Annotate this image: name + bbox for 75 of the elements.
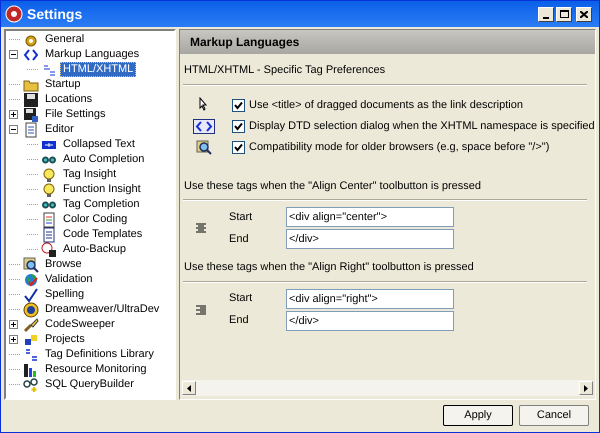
document-icon [41,226,57,242]
tree-item[interactable]: CodeSweeper [42,317,118,332]
field-label: Start [229,291,254,306]
expand-toggle[interactable] [9,110,18,119]
option-label[interactable]: Display DTD selection dialog when the XHTML namespace is specified [249,118,595,134]
minimize-button[interactable] [538,6,554,22]
code-brackets-icon [193,118,215,134]
tree-item[interactable]: HTML/XHTML [60,62,136,77]
tree-item[interactable]: Editor [42,122,77,137]
binoculars-icon [41,156,57,164]
dialog-button[interactable]: Apply [443,405,513,426]
tree-item[interactable]: Color Coding [60,212,130,227]
tree-item[interactable]: General [42,32,88,47]
tree-item[interactable]: Code Templates [60,227,146,242]
expand-toggle[interactable] [9,335,18,344]
light-bulb-icon [41,166,57,182]
tree-item[interactable]: SQL QueryBuilder [42,377,137,392]
tree-item[interactable]: Projects [42,332,88,347]
field-label: End [229,313,250,328]
field-label: Start [229,210,254,225]
text-field[interactable]: </div> [286,229,454,249]
align-right-icon [195,304,207,316]
panel-header: Markup Languages [180,30,595,54]
tree-item[interactable]: Markup Languages [42,47,142,62]
tree-item[interactable]: File Settings [42,107,109,122]
magnifier-icon [195,138,213,156]
tree-item[interactable]: Resource Monitoring [42,362,150,377]
close-icon [580,10,588,18]
option-label[interactable]: Use <title> of dragged documents as the link description [249,96,523,114]
close-button[interactable] [576,6,592,22]
text-field[interactable]: <div align="right"> [286,288,454,308]
tree-item[interactable]: Validation [42,272,96,287]
dialog-button[interactable]: Cancel [519,405,589,426]
tree-item[interactable]: Auto Completion [60,152,148,167]
option-label[interactable]: Compatibility mode for older browsers (e.g, space before "/>") [249,138,550,156]
tree-item[interactable]: Startup [42,77,84,92]
align-center-icon [195,222,207,234]
light-bulb-icon [41,182,57,198]
tree-item[interactable]: Tag Insight [60,167,120,182]
glasses-icon [23,376,39,392]
tree-item[interactable]: Function Insight [60,182,144,197]
horizontal-scrollbar[interactable] [182,380,593,396]
tree-item[interactable]: Dreamweaver/UltraDev [42,302,162,317]
checkbox[interactable] [232,140,245,154]
tree-item[interactable]: Tag Definitions Library [42,347,157,362]
tree-item[interactable]: Collapsed Text [60,137,138,152]
brush-icon [23,316,39,332]
document-icon [41,212,57,228]
tree-item[interactable]: Tag Completion [60,197,142,212]
tree-item[interactable]: Spelling [42,287,88,302]
bar-chart-icon [23,362,39,378]
round-emblem-icon [23,302,39,318]
code-brackets-icon [23,46,39,62]
text-field[interactable]: <div align="center"> [286,207,454,227]
binoculars-icon [41,200,57,208]
text-field[interactable]: </div> [286,310,454,330]
document-icon [23,122,39,138]
field-label: End [229,232,250,247]
section-title: HTML/XHTML - Specific Tag Preferences [184,63,386,78]
tree-item[interactable]: Locations [42,92,96,107]
spell-check-icon [23,286,39,302]
collapse-toggle[interactable] [9,50,18,59]
expand-toggle[interactable] [9,320,18,329]
app-logo-icon [5,5,23,23]
section-title: Use these tags when the "Align Center" toolbutton is pressed [184,178,482,194]
collapse-toggle[interactable] [9,125,18,134]
maximize-button[interactable] [556,6,572,22]
window-title: Settings [27,4,82,24]
tree-item[interactable]: Auto-Backup [60,242,129,257]
checkbox[interactable] [232,120,245,132]
globe-icon [23,272,39,288]
checkbox[interactable] [232,98,245,112]
tree-item[interactable]: Browse [42,257,85,272]
magnifier-icon [23,256,39,272]
section-title: Use these tags when the "Align Right" toolbutton is pressed [184,260,475,275]
